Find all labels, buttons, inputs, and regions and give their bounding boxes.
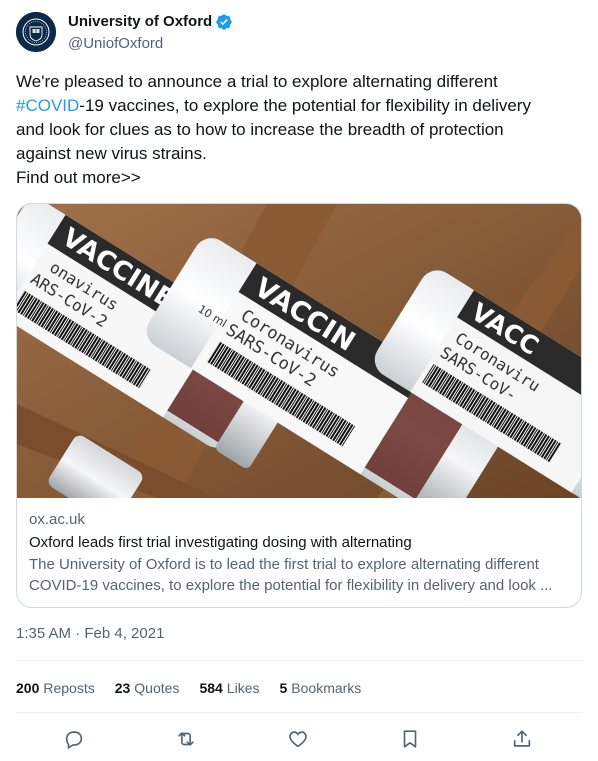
engagement-stats: 200 Reposts 23 Quotes 584 Likes 5 Bookma… — [16, 676, 381, 700]
quotes-label: Quotes — [134, 680, 180, 696]
bookmarks-label: Bookmarks — [291, 680, 362, 696]
tweet-header: University of Oxford @UniofOxford — [16, 10, 582, 54]
reposts-count: 200 — [16, 680, 40, 696]
likes-stat[interactable]: 584 Likes — [199, 680, 259, 696]
tweet-line-5: Find out more>> — [16, 168, 141, 187]
reposts-label: Reposts — [43, 680, 95, 696]
card-description-line-1: The University of Oxford is to lead the … — [29, 556, 539, 573]
vaccine-vials-image: VACCINE onavirus ARS-CoV-2 VACCIN Corona… — [17, 204, 581, 527]
bookmarks-stat[interactable]: 5 Bookmarks — [279, 680, 361, 696]
card-image[interactable]: VACCINE onavirus ARS-CoV-2 VACCIN Corona… — [17, 204, 581, 527]
share-icon[interactable] — [510, 727, 534, 751]
reposts-stat[interactable]: 200 Reposts — [16, 680, 95, 696]
tweet-text: We're pleased to announce a trial to exp… — [16, 70, 582, 190]
bookmarks-count: 5 — [279, 680, 288, 696]
card-meta: ox.ac.uk Oxford leads first trial invest… — [29, 510, 569, 596]
link-card[interactable]: VACCINE onavirus ARS-CoV-2 VACCIN Corona… — [16, 203, 582, 608]
card-description: The University of Oxford is to lead the … — [29, 554, 569, 596]
action-bar — [16, 724, 582, 754]
handle[interactable]: @UniofOxford — [68, 34, 233, 54]
avatar[interactable] — [16, 12, 56, 52]
bookmark-icon[interactable] — [398, 727, 422, 751]
card-title[interactable]: Oxford leads first trial investigating d… — [29, 533, 569, 553]
tweet-line-2: #COVID-19 vaccines, to explore the poten… — [16, 94, 582, 118]
quotes-stat[interactable]: 23 Quotes — [115, 680, 180, 696]
divider — [16, 660, 582, 661]
tweet-line-2-rest: -19 vaccines, to explore the potential f… — [79, 96, 531, 115]
quotes-count: 23 — [114, 680, 131, 696]
heart-icon[interactable] — [286, 727, 310, 751]
likes-label: Likes — [226, 680, 260, 696]
display-name[interactable]: University of Oxford — [68, 12, 212, 32]
card-domain: ox.ac.uk — [29, 511, 85, 528]
likes-count: 584 — [199, 680, 223, 696]
oxford-crest-icon — [16, 12, 56, 52]
hashtag-link[interactable]: #COVID — [16, 96, 79, 115]
card-description-line-2: COVID-19 vaccines, to explore the potent… — [29, 577, 553, 594]
verified-badge-icon[interactable] — [215, 13, 233, 31]
divider — [16, 712, 582, 713]
tweet-line-4: against new virus strains. — [16, 144, 207, 163]
timestamp[interactable]: 1:35 AM · Feb 4, 2021 — [16, 624, 164, 644]
tweet-line-1: We're pleased to announce a trial to exp… — [16, 72, 498, 91]
tweet-line-3: and look for clues as to how to increase… — [16, 120, 504, 139]
reply-icon[interactable] — [62, 727, 86, 751]
repost-icon[interactable] — [174, 727, 198, 751]
